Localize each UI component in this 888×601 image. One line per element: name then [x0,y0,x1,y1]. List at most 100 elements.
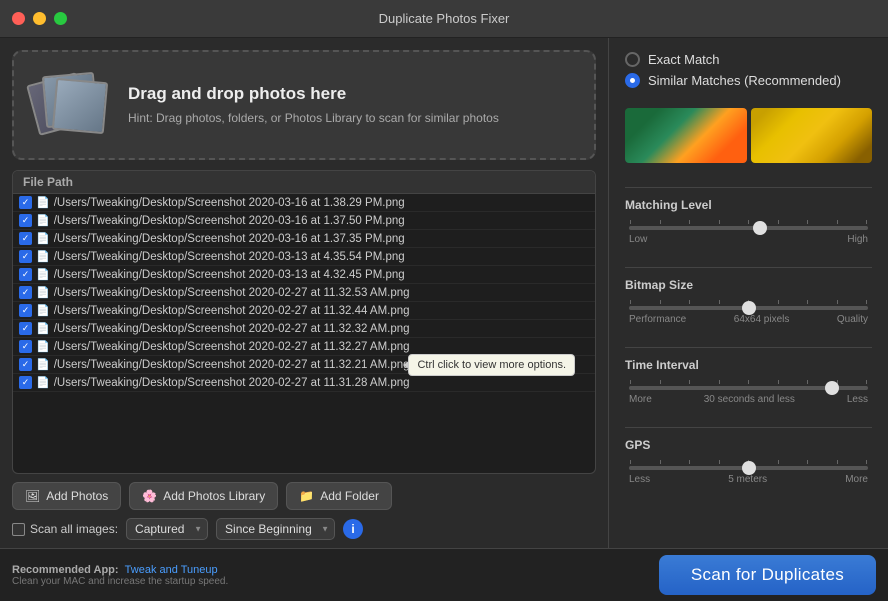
file-path: /Users/Tweaking/Desktop/Screenshot 2020-… [54,269,589,281]
app-title: Duplicate Photos Fixer [379,11,510,26]
file-checkbox[interactable] [19,358,32,371]
similar-match-option[interactable]: Similar Matches (Recommended) [625,73,872,88]
file-checkbox[interactable] [19,268,32,281]
recommended-sub: Clean your MAC and increase the startup … [12,576,228,587]
since-dropdown[interactable]: Since Beginning [216,518,335,540]
time-more-label: More [629,394,652,405]
thumb-sunflower [751,108,873,163]
file-checkbox[interactable] [19,286,32,299]
similar-match-label: Similar Matches (Recommended) [648,73,841,88]
add-photos-library-button[interactable]: 🌸 Add Photos Library [129,482,278,510]
file-path: /Users/Tweaking/Desktop/Screenshot 2020-… [54,287,589,299]
file-item[interactable]: 📄 /Users/Tweaking/Desktop/Screenshot 202… [13,374,595,392]
drop-icon [32,70,112,140]
file-checkbox[interactable] [19,376,32,389]
captured-dropdown[interactable]: Captured [126,518,208,540]
file-checkbox[interactable] [19,232,32,245]
drop-zone[interactable]: Drag and drop photos here Hint: Drag pho… [12,50,596,160]
scan-for-duplicates-button[interactable]: Scan for Duplicates [659,555,876,595]
gps-track[interactable] [629,466,868,470]
file-checkbox[interactable] [19,250,32,263]
file-checkbox[interactable] [19,214,32,227]
bitmap-size-slider-container: Performance 64x64 pixels Quality [625,300,872,325]
matching-level-high: High [847,234,868,245]
file-item[interactable]: 📄 /Users/Tweaking/Desktop/Screenshot 202… [13,230,595,248]
titlebar: Duplicate Photos Fixer [0,0,888,38]
file-item[interactable]: 📄 /Users/Tweaking/Desktop/Screenshot 202… [13,266,595,284]
drop-text: Drag and drop photos here Hint: Drag pho… [128,84,499,127]
file-doc-icon: 📄 [36,286,50,299]
file-path: /Users/Tweaking/Desktop/Screenshot 2020-… [54,197,589,209]
file-checkbox[interactable] [19,304,32,317]
minimize-button[interactable] [33,12,46,25]
file-item[interactable]: 📄 /Users/Tweaking/Desktop/Screenshot 202… [13,356,595,374]
bitmap-size-thumb[interactable] [742,301,756,315]
file-list[interactable]: 📄 /Users/Tweaking/Desktop/Screenshot 202… [13,194,595,473]
scan-all-label[interactable]: Scan all images: [12,522,118,536]
file-doc-icon: 📄 [36,358,50,371]
file-path: /Users/Tweaking/Desktop/Screenshot 2020-… [54,341,589,353]
time-interval-title: Time Interval [625,358,872,372]
file-buttons: 🖼 Add Photos 🌸 Add Photos Library 📁 Add … [12,482,596,510]
maximize-button[interactable] [54,12,67,25]
matching-level-slider-container: Low High [625,220,872,245]
recommended-text: Recommended App: Tweak and Tuneup [12,564,228,576]
matching-level-low: Low [629,234,647,245]
matching-level-section: Matching Level Low High [625,198,872,245]
gps-more-label: More [845,474,868,485]
photo-card-3 [52,78,108,134]
bitmap-size-section: Bitmap Size Performance 64x64 pixels Qua… [625,278,872,325]
file-path: /Users/Tweaking/Desktop/Screenshot 2020-… [54,359,589,371]
divider-4 [625,427,872,428]
matching-level-thumb[interactable] [753,221,767,235]
close-button[interactable] [12,12,25,25]
captured-dropdown-wrap: Captured [126,518,208,540]
thumb-butterfly [625,108,747,163]
file-item[interactable]: 📄 /Users/Tweaking/Desktop/Screenshot 202… [13,302,595,320]
add-photos-icon: 🖼 [25,489,40,503]
add-folder-button[interactable]: 📁 Add Folder [286,482,392,510]
recommended-link[interactable]: Tweak and Tuneup [125,564,218,576]
gps-meters-label: 5 meters [728,474,767,485]
time-interval-track[interactable] [629,386,868,390]
scan-all-text: Scan all images: [30,522,118,536]
file-item[interactable]: 📄 /Users/Tweaking/Desktop/Screenshot 202… [13,284,595,302]
file-list-header: File Path [13,171,595,194]
gps-thumb[interactable] [742,461,756,475]
file-doc-icon: 📄 [36,214,50,227]
exact-match-option[interactable]: Exact Match [625,52,872,67]
match-type-group: Exact Match Similar Matches (Recommended… [625,52,872,94]
exact-match-label: Exact Match [648,52,720,67]
bitmap-size-track[interactable] [629,306,868,310]
time-interval-section: Time Interval More 30 seconds and less L… [625,358,872,405]
file-checkbox[interactable] [19,322,32,335]
bitmap-pixels-label: 64x64 pixels [734,314,790,325]
file-checkbox[interactable] [19,340,32,353]
scan-all-checkbox[interactable] [12,523,25,536]
file-path: /Users/Tweaking/Desktop/Screenshot 2020-… [54,323,589,335]
file-item[interactable]: 📄 /Users/Tweaking/Desktop/Screenshot 202… [13,338,595,356]
info-button[interactable]: i [343,519,363,539]
gps-slider-container: Less 5 meters More [625,460,872,485]
file-path: /Users/Tweaking/Desktop/Screenshot 2020-… [54,233,589,245]
right-panel: Exact Match Similar Matches (Recommended… [608,38,888,548]
similar-match-radio[interactable] [625,73,640,88]
file-item[interactable]: 📄 /Users/Tweaking/Desktop/Screenshot 202… [13,194,595,212]
file-item[interactable]: 📄 /Users/Tweaking/Desktop/Screenshot 202… [13,212,595,230]
file-checkbox[interactable] [19,196,32,209]
recommended-section: Recommended App: Tweak and Tuneup Clean … [12,564,228,587]
gps-section: GPS Less 5 meters More [625,438,872,485]
time-center-label: 30 seconds and less [704,394,795,405]
add-photos-button[interactable]: 🖼 Add Photos [12,482,121,510]
time-interval-labels: More 30 seconds and less Less [629,394,868,405]
gps-title: GPS [625,438,872,452]
exact-match-radio[interactable] [625,52,640,67]
add-folder-label: Add Folder [320,489,379,503]
add-photos-library-label: Add Photos Library [163,489,265,503]
time-interval-thumb[interactable] [825,381,839,395]
divider-2 [625,267,872,268]
file-doc-icon: 📄 [36,376,50,389]
matching-level-track[interactable] [629,226,868,230]
file-item[interactable]: 📄 /Users/Tweaking/Desktop/Screenshot 202… [13,248,595,266]
file-item[interactable]: 📄 /Users/Tweaking/Desktop/Screenshot 202… [13,320,595,338]
